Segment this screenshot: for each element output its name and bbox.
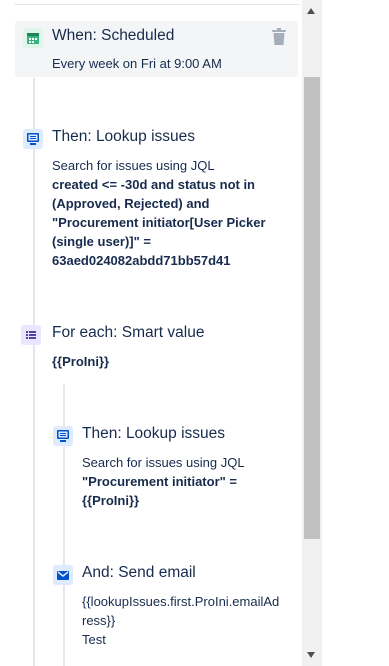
jql-line: (single user)]" = xyxy=(52,234,151,249)
step-description: Search for issues using JQL "Procurement… xyxy=(82,453,245,510)
monitor-icon xyxy=(53,426,73,446)
branch-for-each[interactable]: For each: Smart value {{ProIni}} xyxy=(15,322,298,372)
action-lookup-issues-2[interactable]: Then: Lookup issues Search for issues us… xyxy=(45,423,298,513)
jql-intro: Search for issues using JQL xyxy=(52,158,215,173)
branch-title: For each: Smart value xyxy=(52,324,205,341)
jql-line: "Procurement initiator[User Picker xyxy=(52,215,266,230)
panel-top-border xyxy=(14,0,300,5)
trigger-title: When: Scheduled xyxy=(52,27,175,44)
branch-value: {{ProIni}} xyxy=(52,354,110,369)
vertical-scrollbar[interactable] xyxy=(302,0,322,666)
step-description: Search for issues using JQL created <= -… xyxy=(52,156,266,270)
envelope-icon xyxy=(53,565,73,585)
email-to: ress}} xyxy=(82,613,116,628)
scrollbar-thumb[interactable] xyxy=(304,77,320,539)
jql-line: created <= -30d and status not in xyxy=(52,177,255,192)
action-send-email[interactable]: And: Send email {{lookupIssues.first.Pro… xyxy=(45,562,298,652)
jql-line: (Approved, Rejected) and xyxy=(52,196,210,211)
jql-intro: Search for issues using JQL xyxy=(82,455,245,470)
scroll-down-arrow-icon[interactable] xyxy=(307,652,315,658)
jql-line: "Procurement initiator" = xyxy=(82,474,237,489)
step-title: Then: Lookup issues xyxy=(52,128,196,145)
step-description: {{lookupIssues.first.ProIni.emailAd ress… xyxy=(82,592,279,649)
jql-line: {{ProIni}} xyxy=(82,493,140,508)
jql-line: 63aed024082abdd71bb57d41 xyxy=(52,253,231,268)
action-lookup-issues-1[interactable]: Then: Lookup issues Search for issues us… xyxy=(15,126,298,276)
email-to: {{lookupIssues.first.ProIni.emailAd xyxy=(82,594,280,609)
monitor-icon xyxy=(23,129,43,149)
trash-icon[interactable] xyxy=(271,28,287,46)
trigger-description: Every week on Fri at 9:00 AM xyxy=(52,56,222,71)
scroll-up-arrow-icon[interactable] xyxy=(307,8,315,14)
trigger-card[interactable]: When: Scheduled Every week on Fri at 9:0… xyxy=(15,21,298,77)
step-title: And: Send email xyxy=(82,564,196,581)
email-subject: Test xyxy=(82,632,106,647)
calendar-icon xyxy=(23,28,43,48)
step-title: Then: Lookup issues xyxy=(82,425,226,442)
list-icon xyxy=(21,325,41,345)
